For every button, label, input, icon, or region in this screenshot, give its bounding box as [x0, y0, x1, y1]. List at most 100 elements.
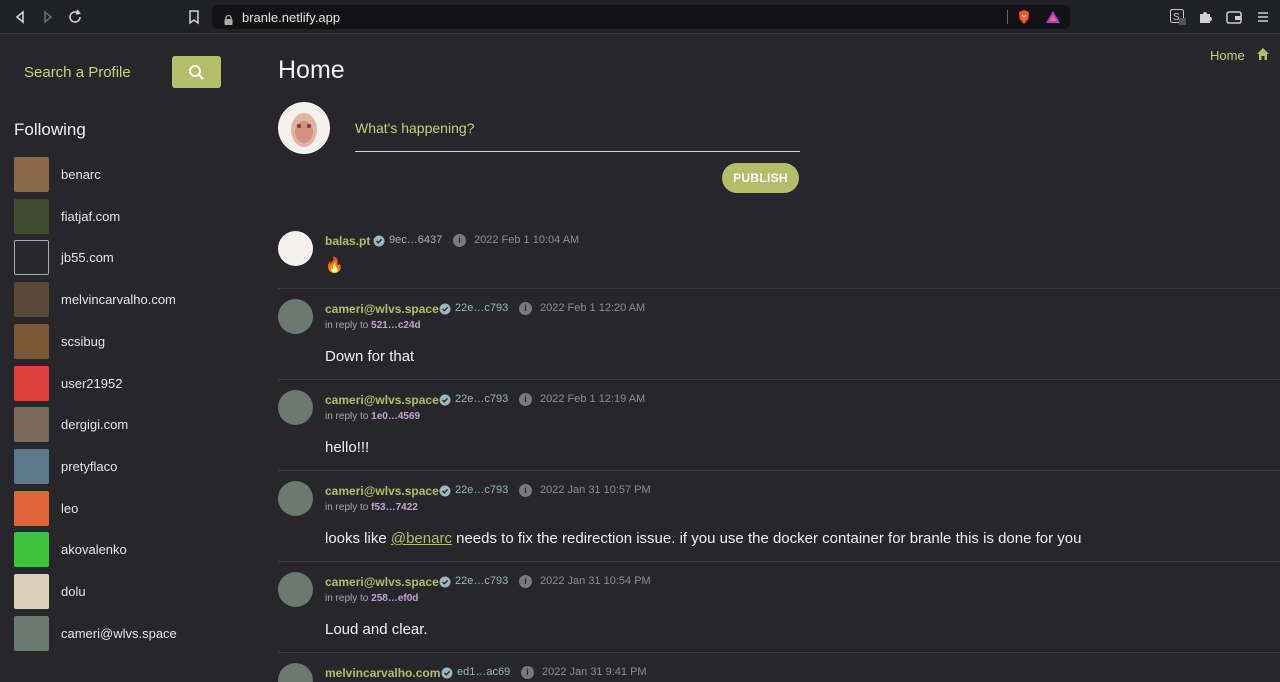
- reply-note-id[interactable]: 258…ef0d: [371, 593, 418, 604]
- info-icon[interactable]: i: [519, 393, 532, 406]
- publish-button[interactable]: PUBLISH: [722, 163, 799, 193]
- info-icon[interactable]: i: [519, 575, 532, 588]
- avatar: [14, 157, 49, 192]
- reply-reference[interactable]: in reply to 1e0…4569: [325, 411, 420, 422]
- compose-note-input[interactable]: What's happening?: [355, 116, 800, 152]
- following-item[interactable]: pretyflaco: [14, 448, 234, 485]
- reply-label: in reply to: [325, 502, 369, 513]
- reply-note-id[interactable]: 1e0…4569: [371, 411, 420, 422]
- url-text: branle.netlify.app: [242, 10, 341, 25]
- note-avatar[interactable]: [278, 390, 313, 425]
- note-pubkey[interactable]: ed1…ac69: [457, 666, 510, 678]
- following-name: jb55.com: [61, 250, 114, 266]
- following-item[interactable]: dergigi.com: [14, 407, 234, 443]
- address-bar[interactable]: branle.netlify.app: [212, 5, 1070, 29]
- note-avatar[interactable]: [278, 572, 313, 607]
- following-item[interactable]: leo: [14, 490, 234, 527]
- note-author[interactable]: melvincarvalho.com: [325, 666, 440, 680]
- note[interactable]: balas.pt 9ec…6437 i 2022 Feb 1 10:04 AM 🔥: [278, 221, 1280, 289]
- wallet-icon[interactable]: [1226, 9, 1242, 25]
- note[interactable]: cameri@wlvs.space 22e…c793 i 2022 Jan 31 10…: [278, 562, 1280, 653]
- avatar: [14, 532, 49, 568]
- brave-shields-icon[interactable]: [1016, 9, 1032, 25]
- back-icon[interactable]: [12, 9, 28, 25]
- note-author[interactable]: balas.pt: [325, 234, 370, 248]
- following-item[interactable]: jb55.com: [14, 240, 234, 276]
- info-icon[interactable]: i: [453, 234, 466, 247]
- following-name: fiatjaf.com: [61, 208, 121, 224]
- verified-icon: [439, 302, 451, 315]
- note-author[interactable]: cameri@wlvs.space: [325, 393, 439, 407]
- brave-rewards-icon[interactable]: [1045, 9, 1061, 25]
- note-pubkey[interactable]: 22e…c793: [455, 393, 508, 405]
- note-pubkey[interactable]: 22e…c793: [455, 302, 508, 314]
- following-name: benarc: [61, 167, 101, 182]
- following-name: pretyflaco: [61, 458, 118, 474]
- search-icon: [189, 65, 204, 80]
- following-item[interactable]: user21952: [14, 365, 234, 402]
- forward-icon[interactable]: [40, 9, 56, 25]
- note-avatar[interactable]: [278, 481, 313, 516]
- note[interactable]: cameri@wlvs.space 22e…c793 i 2022 Jan 31 10…: [278, 471, 1280, 562]
- following-item[interactable]: cameri@wlvs.space: [14, 615, 234, 652]
- following-name: dolu: [61, 584, 86, 599]
- following-item[interactable]: akovalenko: [14, 532, 234, 568]
- reply-reference[interactable]: in reply to f53…7422: [325, 502, 418, 513]
- info-icon[interactable]: i: [521, 666, 534, 679]
- mention-link[interactable]: @benarc: [391, 530, 452, 547]
- note[interactable]: melvincarvalho.com ed1…ac69 i 2022 Jan 31 9…: [278, 653, 1280, 682]
- note-avatar[interactable]: [278, 663, 313, 682]
- following-item[interactable]: scsibug: [14, 323, 234, 360]
- browser-toolbar: branle.netlify.app S: [0, 0, 1280, 34]
- note-pubkey[interactable]: 22e…c793: [455, 484, 508, 496]
- reply-label: in reply to: [325, 411, 369, 422]
- note-text: needs to fix the redirection issue. if y…: [451, 530, 1082, 547]
- following-name: cameri@wlvs.space: [61, 625, 177, 641]
- note-content: looks like @benarc needs to fix the redi…: [325, 530, 1081, 547]
- search-button[interactable]: [172, 56, 221, 88]
- home-link[interactable]: Home: [1210, 48, 1245, 63]
- reload-icon[interactable]: [67, 9, 83, 25]
- following-name: dergigi.com: [61, 417, 129, 433]
- note-content: Loud and clear.: [325, 621, 428, 638]
- note-author[interactable]: cameri@wlvs.space: [325, 484, 439, 498]
- extension-badge-icon[interactable]: S: [1170, 9, 1186, 25]
- note[interactable]: cameri@wlvs.space 22e…c793 i 2022 Feb 1 12:…: [278, 380, 1280, 471]
- search-profile-input[interactable]: Search a Profile: [24, 64, 131, 81]
- info-icon[interactable]: i: [519, 484, 532, 497]
- following-heading: Following: [14, 120, 86, 139]
- note-author[interactable]: cameri@wlvs.space: [325, 575, 439, 589]
- note-pubkey[interactable]: 9ec…6437: [389, 234, 442, 246]
- bookmark-icon[interactable]: [186, 9, 202, 25]
- extensions-puzzle-icon[interactable]: [1197, 9, 1213, 25]
- note-avatar[interactable]: [278, 231, 313, 266]
- reply-reference[interactable]: in reply to 521…c24d: [325, 320, 421, 331]
- avatar: [14, 282, 49, 318]
- following-item[interactable]: fiatjaf.com: [14, 198, 234, 235]
- home-icon[interactable]: [1256, 47, 1270, 66]
- note-timestamp: 2022 Jan 31 9:41 PM: [542, 666, 647, 678]
- reply-note-id[interactable]: f53…7422: [371, 502, 418, 513]
- avatar: [14, 365, 49, 401]
- note-pubkey[interactable]: 22e…c793: [455, 575, 508, 587]
- note-content: 🔥: [325, 257, 344, 274]
- following-item[interactable]: dolu: [14, 574, 234, 610]
- avatar: [14, 574, 49, 609]
- following-item[interactable]: melvincarvalho.com: [14, 282, 234, 318]
- note-author[interactable]: cameri@wlvs.space: [325, 302, 439, 316]
- menu-icon[interactable]: [1255, 9, 1271, 25]
- note-content: Down for that: [325, 348, 415, 365]
- reply-note-id[interactable]: 521…c24d: [371, 320, 420, 331]
- verified-icon: [439, 393, 451, 406]
- reply-reference[interactable]: in reply to 258…ef0d: [325, 593, 418, 604]
- avatar: [14, 448, 49, 484]
- avatar: [14, 407, 49, 443]
- avatar: [14, 323, 49, 359]
- note[interactable]: cameri@wlvs.space 22e…c793 i 2022 Feb 1 12:…: [278, 289, 1280, 380]
- following-item[interactable]: benarc: [14, 157, 234, 193]
- note-avatar[interactable]: [278, 299, 313, 334]
- following-name: leo: [61, 500, 79, 516]
- lock-icon: [224, 12, 233, 25]
- note-content: hello!!!: [325, 439, 370, 456]
- info-icon[interactable]: i: [519, 302, 532, 315]
